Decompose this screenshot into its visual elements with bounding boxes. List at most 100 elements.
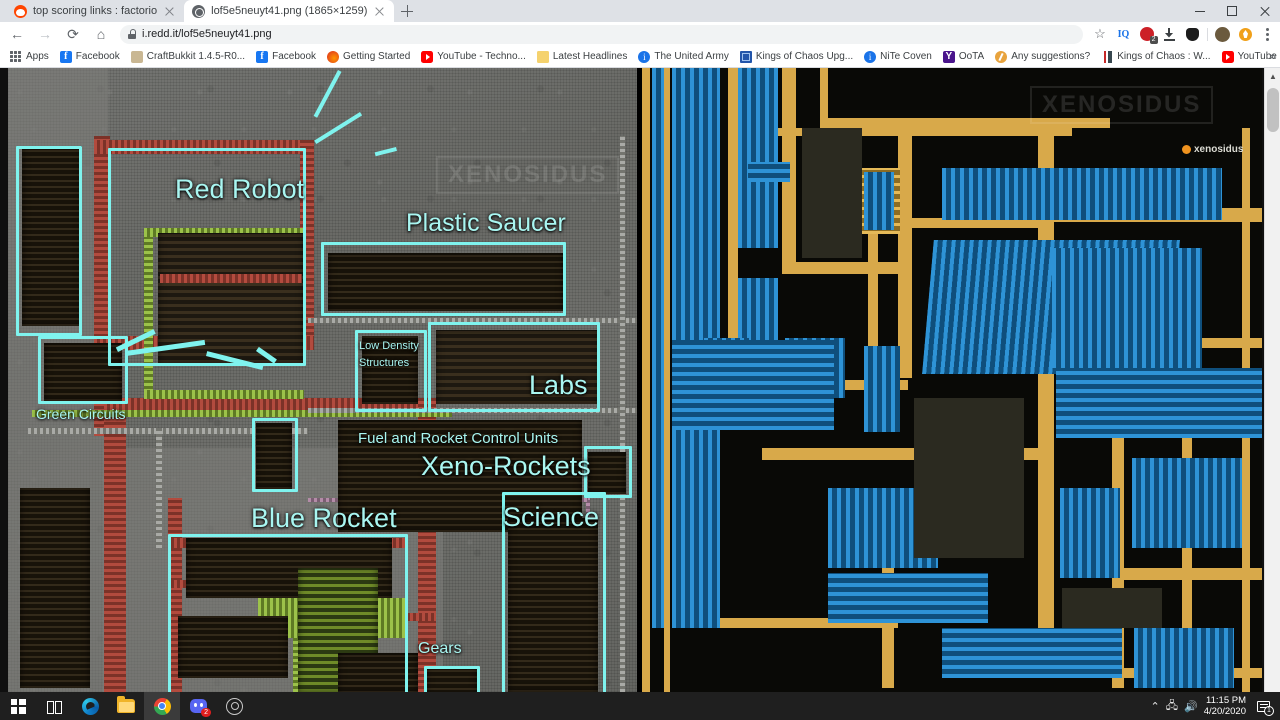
assembler-array <box>828 573 988 623</box>
assembler-array <box>1056 368 1262 438</box>
info-icon <box>864 50 877 63</box>
action-center-button[interactable]: 1 <box>1252 692 1274 720</box>
tab-image[interactable]: lof5e5neuyt41.png (1865×1259) <box>184 0 395 22</box>
annotation-label-xeno-rockets: Xeno-Rockets <box>421 451 591 481</box>
bookmark-label: Kings of Chaos : W... <box>1117 51 1211 62</box>
close-icon[interactable] <box>163 5 176 18</box>
dark-glyph <box>1186 27 1199 41</box>
task-view-icon <box>46 700 62 714</box>
edge-taskbar-icon[interactable] <box>72 692 108 720</box>
lock-icon <box>128 29 136 39</box>
windows-logo-icon <box>10 698 26 714</box>
bookmark-united-army[interactable]: The United Army <box>633 47 733 66</box>
bookmark-koc-world[interactable]: Kings of Chaos : W... <box>1096 47 1215 66</box>
tab-strip: top scoring links : factorio lof5e5neuyt… <box>0 0 1280 22</box>
obs-icon <box>225 697 243 715</box>
show-hidden-icons-chevron[interactable]: ⌃ <box>1151 700 1160 713</box>
bookmark-craftbukkit[interactable]: CraftBukkit 1.4.5-R0... <box>126 47 250 66</box>
action-center-badge: 1 <box>1264 706 1274 716</box>
windows-taskbar: 2 ⌃ 🖧 🔊 11:15 PM 4/20/2020 1 <box>0 692 1280 720</box>
close-icon[interactable] <box>1248 0 1280 22</box>
iq-extension-icon[interactable]: IQ <box>1113 24 1134 45</box>
bookmark-oota[interactable]: Y OoTA <box>938 47 989 66</box>
chrome-taskbar-icon[interactable] <box>144 692 180 720</box>
page-scrollbar[interactable]: ▲ <box>1264 68 1280 692</box>
assembler-array <box>864 172 894 230</box>
assembler-array <box>864 346 900 432</box>
image-right-panel: XENOSIDUS xenosidus <box>642 68 1262 692</box>
watermark-right: XENOSIDUS <box>1030 86 1214 124</box>
bookmark-label: Kings of Chaos Upg... <box>755 51 854 62</box>
adblock-badge: 2 <box>1149 36 1158 44</box>
firefox-icon <box>327 50 340 63</box>
bookmark-star-icon[interactable]: ☆ <box>1089 23 1111 45</box>
facebook-icon: f <box>256 50 269 63</box>
assembler-array <box>738 68 778 248</box>
profile-avatar[interactable] <box>1212 24 1233 45</box>
chrome-icon <box>153 697 171 715</box>
reddit-icon <box>14 4 27 18</box>
watermark-left: XENOSIDUS <box>436 156 620 194</box>
orange-extension-icon[interactable] <box>1235 24 1256 45</box>
bookmark-label: OoTA <box>958 51 985 62</box>
bookmark-latest-headlines[interactable]: Latest Headlines <box>532 47 633 66</box>
annotation-box-xeno-rockets <box>584 446 632 498</box>
youtube-icon <box>421 50 434 63</box>
reload-icon[interactable]: ⟳ <box>60 23 86 45</box>
dark-reader-extension-icon[interactable] <box>1182 24 1203 45</box>
system-tray: ⌃ 🖧 🔊 11:15 PM 4/20/2020 1 <box>1151 692 1280 720</box>
assembler-array <box>1060 488 1120 578</box>
new-tab-button[interactable] <box>394 0 420 22</box>
minimize-icon[interactable] <box>1184 0 1216 22</box>
discord-badge: 2 <box>201 708 211 717</box>
obs-taskbar-icon[interactable] <box>216 692 252 720</box>
clock[interactable]: 11:15 PM 4/20/2020 <box>1204 695 1246 717</box>
chrome-menu-button[interactable] <box>1258 23 1276 45</box>
bookmark-getting-started[interactable]: Getting Started <box>322 47 415 66</box>
bookmark-koc-upgrades[interactable]: Kings of Chaos Upg... <box>735 47 858 66</box>
bookmark-facebook-1[interactable]: f Facebook <box>55 47 125 66</box>
bookmarks-overflow-button[interactable]: » <box>1269 49 1276 63</box>
annotation-label-science: Science <box>503 502 600 532</box>
bookmark-label: The United Army <box>654 51 729 62</box>
adblock-extension-icon[interactable]: 2 <box>1136 24 1158 45</box>
tab-reddit[interactable]: top scoring links : factorio <box>6 0 185 22</box>
annotation-box-small-mid <box>252 418 298 492</box>
download-arrow-glyph <box>1163 27 1176 41</box>
bookmark-label: Apps <box>26 51 49 62</box>
factorio-base-image[interactable]: XENOSIDUS Red Robot Plastic Saucer Low D… <box>8 68 1262 692</box>
bookmark-facebook-2[interactable]: f Facebook <box>251 47 321 66</box>
scroll-up-icon[interactable]: ▲ <box>1265 68 1280 84</box>
start-button[interactable] <box>0 692 36 720</box>
scrollbar-thumb[interactable] <box>1267 88 1279 132</box>
annotation-label-blue-rocket: Blue Rocket <box>251 503 397 533</box>
kingsofchaos-icon <box>739 50 752 63</box>
assembler-array <box>942 628 1122 678</box>
bookmark-apps[interactable]: Apps <box>5 47 54 66</box>
task-view-button[interactable] <box>36 692 72 720</box>
bookmark-any-suggestions[interactable]: Any suggestions? <box>990 47 1095 66</box>
close-icon[interactable] <box>373 5 386 18</box>
discord-taskbar-icon[interactable]: 2 <box>180 692 216 720</box>
adblock-glyph: 2 <box>1139 27 1158 44</box>
file-explorer-taskbar-icon[interactable] <box>108 692 144 720</box>
back-arrow-icon[interactable]: ← <box>4 23 30 45</box>
annotation-label-red-robot: Red Robot <box>175 174 305 204</box>
forward-arrow-icon[interactable]: → <box>32 23 58 45</box>
network-icon[interactable]: 🖧 <box>1166 697 1178 716</box>
bookmark-youtube-techno[interactable]: YouTube - Techno... <box>416 47 531 66</box>
address-bar[interactable]: i.redd.it/lof5e5neuyt41.png <box>120 24 1083 44</box>
bookmark-nite-coven[interactable]: NiTe Coven <box>859 47 937 66</box>
credit-dot-icon <box>1182 145 1191 154</box>
download-manager-extension-icon[interactable] <box>1159 24 1180 45</box>
home-icon[interactable]: ⌂ <box>88 23 114 45</box>
bookmark-label: Any suggestions? <box>1011 51 1091 62</box>
bookmark-label: Latest Headlines <box>552 51 628 62</box>
folder-icon <box>117 696 135 713</box>
oota-icon: Y <box>942 50 955 63</box>
volume-icon[interactable]: 🔊 <box>1184 700 1198 713</box>
apps-grid-icon <box>10 50 22 63</box>
image-left-panel: XENOSIDUS Red Robot Plastic Saucer Low D… <box>8 68 637 692</box>
maximize-icon[interactable] <box>1216 0 1248 22</box>
bookmark-label: NiTe Coven <box>880 51 932 62</box>
